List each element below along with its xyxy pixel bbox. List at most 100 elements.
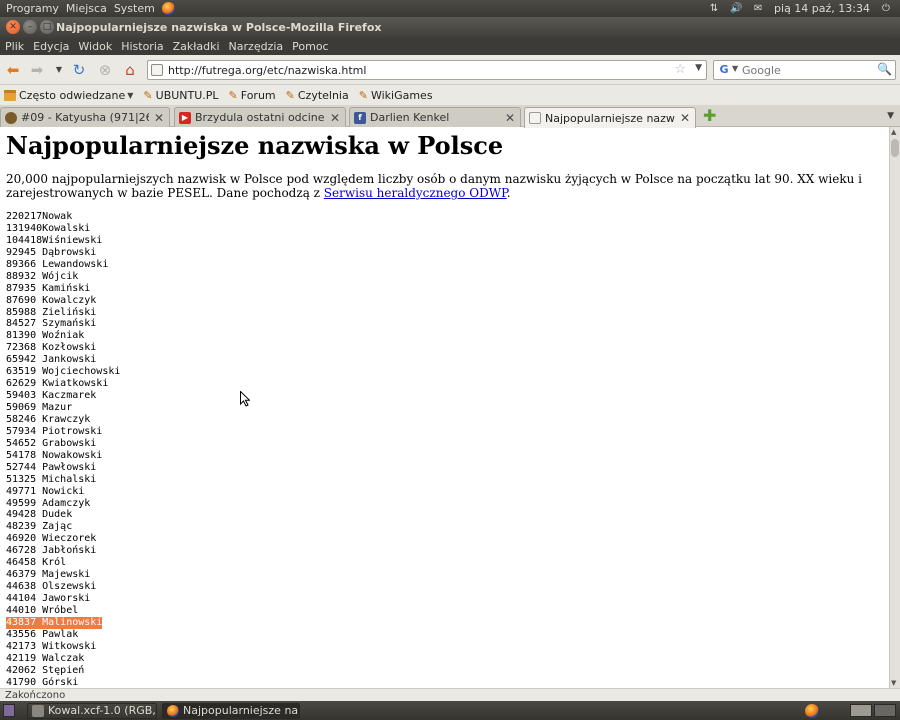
bookmark-wikigames[interactable]: ✎ WikiGames xyxy=(359,89,433,102)
surname-row: 81390 Woźniak xyxy=(6,330,120,342)
menu-narzedzia[interactable]: Narzędzia xyxy=(229,38,284,55)
surname-count: 72368 xyxy=(6,342,37,354)
tab-label: #09 - Katyusha (971|262) - ... xyxy=(21,111,149,124)
surname-row: 42173 Witkowski xyxy=(6,641,120,653)
mouse-cursor-icon xyxy=(240,391,250,407)
surname-name: Walczak xyxy=(42,652,85,664)
show-desktop-icon[interactable] xyxy=(3,704,15,717)
surname-row: 92945 Dąbrowski xyxy=(6,247,120,259)
search-bar[interactable]: G ▼ 🔍 xyxy=(713,60,896,80)
bottom-taskbar: Kowal.xcf-1.0 (RGB, ... Najpopularniejsz… xyxy=(0,701,900,720)
bookmark-czesto-odwiedzane[interactable]: Często odwiedzane ▼ xyxy=(4,89,133,102)
scrollbar-thumb[interactable] xyxy=(891,139,899,157)
menu-edycja[interactable]: Edycja xyxy=(33,38,69,55)
gimp-icon xyxy=(32,705,44,717)
surname-count: 62629 xyxy=(6,378,37,390)
url-dropdown-icon[interactable]: ▼ xyxy=(695,63,702,73)
maximize-window-button[interactable]: □ xyxy=(40,20,54,34)
power-icon[interactable]: ⏻ xyxy=(880,3,892,14)
close-tab-icon[interactable]: ✕ xyxy=(329,111,341,125)
surname-count: 54178 xyxy=(6,449,37,461)
surname-name: Kamiński xyxy=(42,282,91,294)
surname-count: 65942 xyxy=(6,354,37,366)
surname-count: 46379 xyxy=(6,569,37,581)
close-tab-icon[interactable]: ✕ xyxy=(679,111,691,125)
workspace-switcher[interactable] xyxy=(850,704,896,717)
forward-icon[interactable]: ➡ xyxy=(28,61,46,79)
surname-row: 84527 Szymański xyxy=(6,318,120,330)
search-icon[interactable]: 🔍 xyxy=(877,62,892,76)
surname-count: 43837 xyxy=(6,616,43,629)
source-link[interactable]: Serwisu heraldycznego ODWP xyxy=(324,186,507,200)
network-icon[interactable]: ⇅ xyxy=(708,3,720,14)
surname-count: 92945 xyxy=(6,246,37,258)
workspace-2[interactable] xyxy=(874,704,896,717)
music-favicon-icon xyxy=(5,111,17,124)
reload-icon[interactable]: ↻ xyxy=(70,61,88,79)
scroll-down-icon[interactable]: ▼ xyxy=(891,679,896,687)
bookmark-czytelnia[interactable]: ✎ Czytelnia xyxy=(286,89,349,102)
surname-count: 104418 xyxy=(6,234,43,246)
google-engine-icon[interactable]: G xyxy=(717,63,731,77)
surname-name: Kaczmarek xyxy=(42,390,97,402)
vertical-scrollbar[interactable]: ▲ ▼ xyxy=(889,127,900,688)
home-icon[interactable]: ⌂ xyxy=(121,61,139,79)
menu-widok[interactable]: Widok xyxy=(78,38,112,55)
tab-darlien-kenkel[interactable]: f Darlien Kenkel ✕ xyxy=(349,107,521,127)
history-dropdown-icon[interactable]: ▼ xyxy=(50,61,68,79)
surname-row: 46458 Król xyxy=(6,557,120,569)
search-input[interactable] xyxy=(742,63,872,77)
surname-name: Kwiatkowski xyxy=(42,378,109,390)
surname-count: 81390 xyxy=(6,330,37,342)
scroll-up-icon[interactable]: ▲ xyxy=(891,128,896,136)
bookmark-forum[interactable]: ✎ Forum xyxy=(229,89,276,102)
menu-plik[interactable]: Plik xyxy=(5,38,24,55)
tab-najpopularniejsze[interactable]: Najpopularniejsze nazwis... ✕ xyxy=(524,107,696,128)
top-panel: Programy Miejsca System ⇅ 🔊 ✉ pią 14 paź… xyxy=(0,0,900,17)
surname-name: Mazur xyxy=(42,402,73,413)
new-tab-icon[interactable]: ✚ xyxy=(703,108,716,124)
site-identity-icon[interactable] xyxy=(151,64,163,76)
url-input[interactable] xyxy=(168,63,658,77)
back-icon[interactable]: ⬅ xyxy=(4,61,22,79)
tab-katyusha[interactable]: #09 - Katyusha (971|262) - ... ✕ xyxy=(0,107,170,127)
stop-icon[interactable]: ⊗ xyxy=(96,61,114,79)
minimize-window-button[interactable]: – xyxy=(23,20,37,34)
clock[interactable]: pią 14 paź, 13:34 xyxy=(774,2,870,15)
window-titlebar[interactable]: ✕ – □ Najpopularniejsze nazwiska w Polsc… xyxy=(0,17,900,38)
bookmark-star-icon[interactable]: ☆ xyxy=(674,62,686,77)
url-bar[interactable]: ☆ ▼ xyxy=(147,60,707,80)
task-firefox[interactable]: Najpopularniejsze na... xyxy=(162,703,300,719)
surname-count: 89366 xyxy=(6,258,37,270)
volume-icon[interactable]: 🔊 xyxy=(730,3,742,14)
surname-row: 57934 Piotrowski xyxy=(6,426,120,438)
firefox-tray-icon[interactable] xyxy=(805,704,819,718)
workspace-1[interactable] xyxy=(850,704,872,717)
surname-row: 51325 Michalski xyxy=(6,474,120,486)
surname-count: 42062 xyxy=(6,664,37,676)
menu-zakladki[interactable]: Zakładki xyxy=(173,38,220,55)
youtube-favicon-icon: ▶ xyxy=(179,111,191,124)
surname-count: 44010 xyxy=(6,604,37,616)
task-gimp[interactable]: Kowal.xcf-1.0 (RGB, ... xyxy=(27,703,157,719)
menu-programy[interactable]: Programy xyxy=(6,2,59,15)
close-tab-icon[interactable]: ✕ xyxy=(153,111,165,125)
surname-name: Szymański xyxy=(42,318,97,330)
surname-count: 57934 xyxy=(6,425,37,437)
page-favicon-icon xyxy=(529,112,541,124)
surname-count: 46920 xyxy=(6,533,37,545)
engine-dropdown-icon[interactable]: ▼ xyxy=(732,64,738,73)
menu-pomoc[interactable]: Pomoc xyxy=(292,38,328,55)
close-tab-icon[interactable]: ✕ xyxy=(504,111,516,125)
firefox-launcher-icon[interactable] xyxy=(161,2,175,15)
menu-miejsca[interactable]: Miejsca xyxy=(66,2,107,15)
tab-brzydula[interactable]: ▶ Brzydula ostatni odcinek c... ✕ xyxy=(174,107,346,127)
menu-historia[interactable]: Historia xyxy=(121,38,163,55)
close-window-button[interactable]: ✕ xyxy=(6,20,20,34)
surname-row: 44010 Wróbel xyxy=(6,605,120,617)
surname-count: 48239 xyxy=(6,521,37,533)
tab-list-icon[interactable]: ▼ xyxy=(887,111,894,121)
bookmark-ubuntu-pl[interactable]: ✎ UBUNTU.PL xyxy=(143,89,218,102)
menu-system[interactable]: System xyxy=(114,2,155,15)
mail-icon[interactable]: ✉ xyxy=(752,3,764,14)
